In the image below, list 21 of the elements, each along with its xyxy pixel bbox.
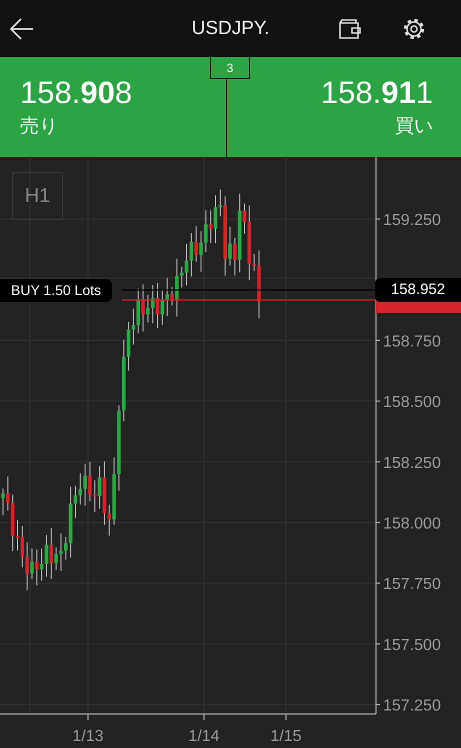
date-tick-label: 1/14	[188, 728, 220, 745]
wallet-icon[interactable]	[338, 18, 362, 40]
position-price-label: 158.952	[375, 278, 461, 302]
sell-button[interactable]: 158.908 売り	[20, 75, 206, 139]
spread-badge: 3	[210, 57, 250, 79]
price-tick-label: 158.500	[383, 394, 441, 412]
symbol-title: USDJPY.	[192, 18, 270, 40]
price-tick-label: 159.250	[383, 212, 441, 229]
back-icon[interactable]	[10, 18, 34, 40]
timeframe-button[interactable]: H1	[12, 172, 63, 220]
price-tick-label: 157.250	[383, 698, 441, 715]
settings-icon[interactable]	[402, 16, 426, 40]
date-tick-label: 1/13	[72, 728, 104, 745]
position-label[interactable]: BUY 1.50 Lots	[0, 279, 112, 302]
price-tick-label: 158.000	[383, 516, 441, 532]
date-tick-label: 1/15	[270, 728, 302, 745]
price-tick-label: 158.250	[383, 454, 441, 472]
price-tick-label: 158.750	[383, 333, 441, 350]
buy-button[interactable]: 158.911 買い	[320, 75, 433, 139]
price-tick-label: 157.500	[383, 636, 441, 654]
price-tick-label: 157.750	[383, 576, 441, 594]
